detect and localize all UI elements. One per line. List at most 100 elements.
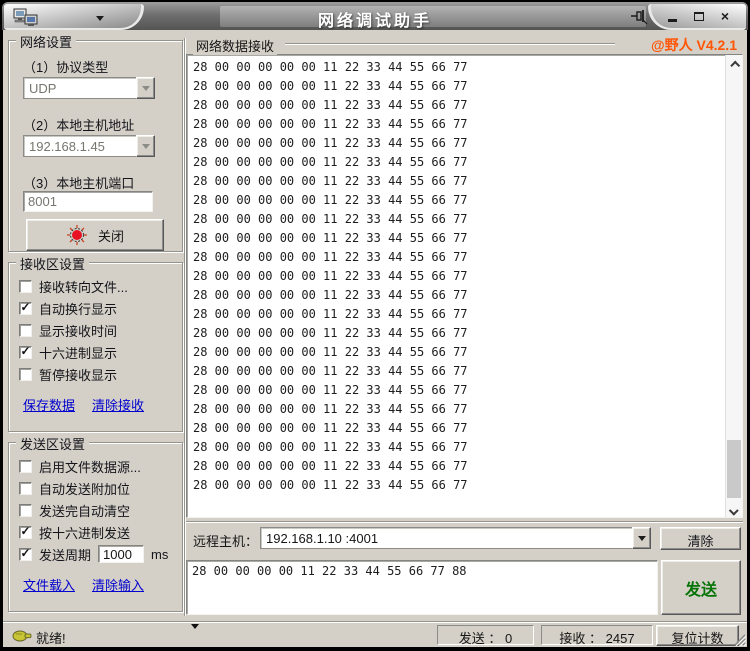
checkbox-send-as-hex[interactable]: ✓ 按十六进制发送 bbox=[19, 521, 182, 543]
app-icon[interactable] bbox=[13, 8, 39, 28]
network-settings-title: 网络设置 bbox=[16, 32, 76, 51]
checkbox-receive-to-file[interactable]: 接收转向文件... bbox=[19, 275, 182, 297]
receive-settings-title: 接收区设置 bbox=[16, 254, 89, 273]
minimize-icon[interactable] bbox=[668, 19, 677, 22]
save-data-link[interactable]: 保存数据 bbox=[23, 395, 75, 414]
checkbox-label: 自动发送附加位 bbox=[39, 479, 130, 498]
checkbox-label: 启用文件数据源... bbox=[39, 457, 141, 476]
local-host-combo[interactable]: 192.168.1.45 bbox=[23, 135, 155, 157]
send-button[interactable]: 发送 bbox=[661, 560, 741, 615]
remote-host-combo[interactable]: 192.168.1.10 :4001 bbox=[260, 527, 651, 549]
checkbox-pause-receive[interactable]: 暂停接收显示 bbox=[19, 363, 182, 385]
checkbox-label: 接收转向文件... bbox=[39, 277, 128, 296]
local-port-input[interactable] bbox=[23, 191, 153, 212]
checkbox-label: 显示接收时间 bbox=[39, 321, 117, 340]
checkbox-hex-display[interactable]: ✓ 十六进制显示 bbox=[19, 341, 182, 363]
checkbox-box: ✓ bbox=[19, 302, 32, 315]
checkbox-box bbox=[19, 482, 32, 495]
checkbox-auto-linewrap[interactable]: ✓ 自动换行显示 bbox=[19, 297, 182, 319]
send-period-input[interactable] bbox=[98, 545, 144, 563]
checkbox-label: 按十六进制发送 bbox=[39, 523, 130, 542]
protocol-type-label: （1）协议类型 bbox=[23, 57, 108, 76]
checkbox-box: ✓ bbox=[19, 526, 32, 539]
checkbox-box bbox=[19, 504, 32, 517]
receive-data-line: 28 00 00 00 00 00 11 22 33 44 55 66 77 bbox=[193, 248, 722, 267]
scrollbar-track[interactable] bbox=[726, 72, 743, 500]
received-counter-value: 2457 bbox=[606, 631, 635, 646]
close-icon[interactable]: × bbox=[721, 9, 729, 23]
receive-data-area[interactable]: 28 00 00 00 00 00 11 22 33 44 55 66 7728… bbox=[186, 54, 743, 518]
checkbox-show-time[interactable]: 显示接收时间 bbox=[19, 319, 182, 341]
clear-input-link[interactable]: 清除输入 bbox=[92, 575, 144, 594]
receive-scrollbar[interactable] bbox=[725, 55, 742, 517]
check-mark: ✓ bbox=[20, 525, 30, 537]
check-mark: ✓ bbox=[20, 301, 30, 313]
pin-icon[interactable] bbox=[630, 7, 648, 25]
reset-counter-button[interactable]: 复位计数 bbox=[656, 625, 739, 646]
local-host-value: 192.168.1.45 bbox=[23, 135, 136, 157]
sent-counter-value: 0 bbox=[505, 631, 512, 646]
receive-data-line: 28 00 00 00 00 00 11 22 33 44 55 66 77 bbox=[193, 134, 722, 153]
receive-data-line: 28 00 00 00 00 00 11 22 33 44 55 66 77 bbox=[193, 172, 722, 191]
protocol-combo-button[interactable] bbox=[136, 77, 155, 99]
receive-data-line: 28 00 00 00 00 00 11 22 33 44 55 66 77 bbox=[193, 115, 722, 134]
collapse-arrow-icon[interactable] bbox=[191, 624, 199, 629]
receive-data-line: 28 00 00 00 00 00 11 22 33 44 55 66 77 bbox=[193, 419, 722, 438]
network-settings-group: 网络设置 （1）协议类型 UDP （2）本地主机地址 192.168.1.45 … bbox=[8, 40, 183, 252]
chevron-up-icon bbox=[730, 61, 740, 71]
send-period-unit: ms bbox=[151, 547, 168, 562]
receive-data-line: 28 00 00 00 00 00 11 22 33 44 55 66 77 bbox=[193, 153, 722, 172]
close-connection-button[interactable]: 关闭 bbox=[26, 219, 164, 251]
sent-counter-panel: 发送 ： 0 bbox=[437, 625, 534, 645]
receive-data-line: 28 00 00 00 00 00 11 22 33 44 55 66 77 bbox=[193, 362, 722, 381]
scroll-down-button[interactable] bbox=[726, 500, 743, 517]
ready-status-icon bbox=[12, 628, 32, 643]
checkbox-label: 自动换行显示 bbox=[39, 299, 117, 318]
protocol-type-combo[interactable]: UDP bbox=[23, 77, 155, 99]
connection-status-icon bbox=[66, 224, 88, 246]
title-bar[interactable]: 网络调试助手 × bbox=[2, 2, 748, 30]
local-host-label: （2）本地主机地址 bbox=[23, 115, 134, 134]
checkbox-box bbox=[19, 460, 32, 473]
system-menu-panel[interactable] bbox=[4, 4, 144, 30]
checkbox-box: ✓ bbox=[19, 548, 32, 561]
receive-settings-group: 接收区设置 接收转向文件... ✓ 自动换行显示 显示接收时间 ✓ 十六进制显示… bbox=[8, 262, 183, 432]
send-data-input[interactable]: 28 00 00 00 00 11 22 33 44 55 66 77 88 bbox=[186, 560, 658, 615]
checkbox-label: 发送完自动清空 bbox=[39, 501, 130, 520]
resize-grip[interactable] bbox=[732, 632, 746, 646]
checkbox-box bbox=[19, 280, 32, 293]
receive-data-line: 28 00 00 00 00 00 11 22 33 44 55 66 77 bbox=[193, 77, 722, 96]
checkbox-label: 暂停接收显示 bbox=[39, 365, 117, 384]
receive-data-line: 28 00 00 00 00 00 11 22 33 44 55 66 77 bbox=[193, 324, 722, 343]
receive-data-line: 28 00 00 00 00 00 11 22 33 44 55 66 77 bbox=[193, 229, 722, 248]
checkbox-auto-send-append[interactable]: 自动发送附加位 bbox=[19, 477, 182, 499]
receive-data-line: 28 00 00 00 00 00 11 22 33 44 55 66 77 bbox=[193, 400, 722, 419]
remote-combo-button[interactable] bbox=[632, 527, 651, 549]
checkbox-file-data-source[interactable]: 启用文件数据源... bbox=[19, 455, 182, 477]
group-divider bbox=[186, 521, 743, 523]
scrollbar-thumb[interactable] bbox=[727, 440, 741, 498]
protocol-type-value: UDP bbox=[23, 77, 136, 99]
scroll-up-button[interactable] bbox=[726, 55, 743, 72]
receive-data-line: 28 00 00 00 00 00 11 22 33 44 55 66 77 bbox=[193, 457, 722, 476]
version-label: @野人 V4.2.1 bbox=[651, 35, 737, 55]
load-file-link[interactable]: 文件载入 bbox=[23, 575, 75, 594]
checkbox-clear-after-send[interactable]: 发送完自动清空 bbox=[19, 499, 182, 521]
remote-host-value: 192.168.1.10 :4001 bbox=[260, 527, 632, 549]
received-counter-panel: 接收 ： 2457 bbox=[541, 625, 653, 645]
checkbox-label: 十六进制显示 bbox=[39, 343, 117, 362]
checkbox-box bbox=[19, 324, 32, 337]
receive-data-line: 28 00 00 00 00 00 11 22 33 44 55 66 77 bbox=[193, 476, 722, 495]
receive-area-title: 网络数据接收 bbox=[193, 36, 277, 55]
receive-data-line: 28 00 00 00 00 00 11 22 33 44 55 66 77 bbox=[193, 381, 722, 400]
clear-button[interactable]: 清除 bbox=[660, 527, 741, 550]
maximize-icon[interactable] bbox=[694, 12, 704, 21]
checkbox-send-period[interactable]: ✓ 发送周期 ms bbox=[19, 543, 182, 565]
app-window: 网络调试助手 × bbox=[0, 0, 750, 651]
local-port-label: （3）本地主机端口 bbox=[23, 173, 134, 192]
host-combo-button[interactable] bbox=[136, 135, 155, 157]
send-settings-title: 发送区设置 bbox=[16, 434, 89, 453]
system-menu-arrow-icon[interactable] bbox=[96, 16, 104, 21]
group-divider bbox=[285, 43, 615, 45]
clear-receive-link[interactable]: 清除接收 bbox=[92, 395, 144, 414]
